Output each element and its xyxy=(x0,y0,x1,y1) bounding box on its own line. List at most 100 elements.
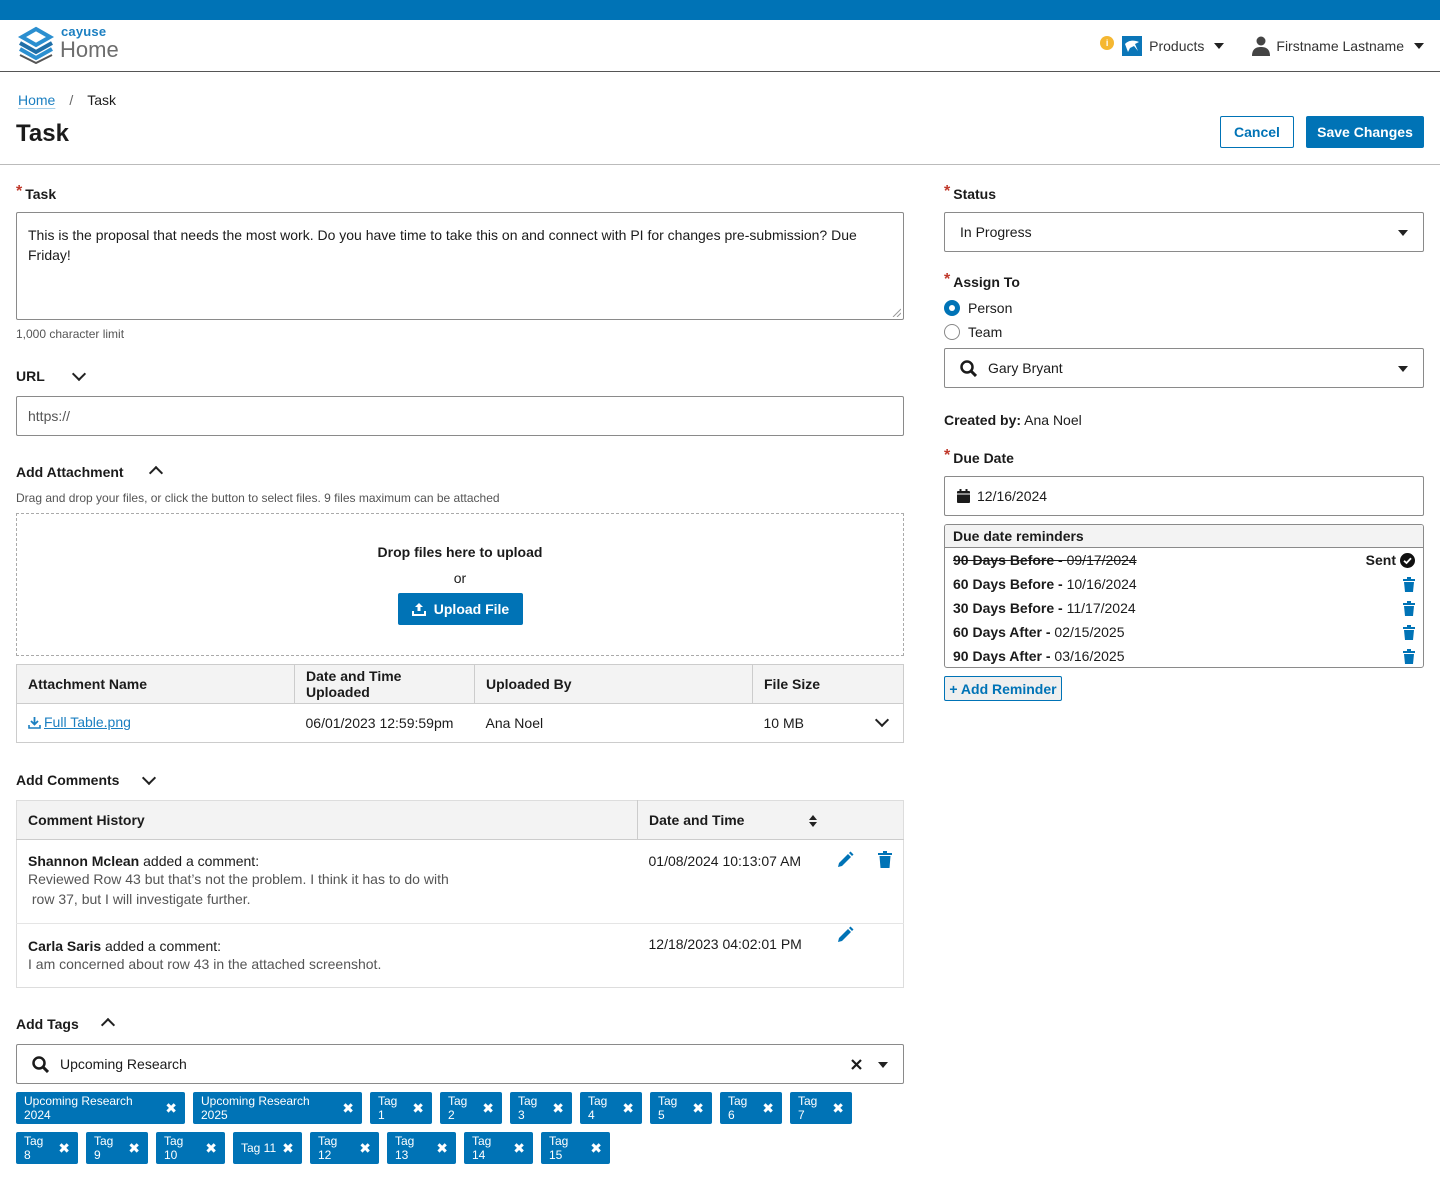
col-attachment-name: Attachment Name xyxy=(16,664,295,704)
remove-tag-icon[interactable]: ✖ xyxy=(552,1100,564,1117)
status-value: In Progress xyxy=(960,224,1032,240)
remove-tag-icon[interactable]: ✖ xyxy=(359,1140,371,1157)
due-date-input[interactable]: 12/16/2024 xyxy=(944,476,1424,516)
col-comment-history: Comment History xyxy=(16,800,638,840)
save-changes-button[interactable]: Save Changes xyxy=(1306,116,1424,148)
remove-tag-icon[interactable]: ✖ xyxy=(513,1140,525,1157)
tag-label: Tag 9 xyxy=(94,1134,114,1162)
due-date-label: * Due Date xyxy=(944,447,1014,466)
comments-table: Comment History Date and Time Shannon Mc… xyxy=(16,800,904,988)
radio-team[interactable] xyxy=(944,324,960,340)
chevron-down-icon[interactable] xyxy=(71,366,87,382)
remove-tag-icon[interactable]: ✖ xyxy=(128,1140,140,1157)
remove-tag-icon[interactable]: ✖ xyxy=(205,1140,217,1157)
tag-label: Tag 13 xyxy=(395,1134,415,1162)
clear-icon[interactable] xyxy=(851,1059,862,1070)
task-label: * Task xyxy=(16,183,57,202)
tag-label: Tag 10 xyxy=(164,1134,184,1162)
remove-tag-icon[interactable]: ✖ xyxy=(832,1100,844,1117)
tag-label: Tag 6 xyxy=(728,1094,748,1122)
download-icon xyxy=(28,716,41,729)
reminders-title: Due date reminders xyxy=(945,525,1423,548)
caret-down-icon xyxy=(1398,366,1408,372)
radio-person[interactable] xyxy=(944,300,960,316)
remove-tag-icon[interactable]: ✖ xyxy=(58,1140,70,1157)
remove-tag-icon[interactable]: ✖ xyxy=(165,1100,177,1117)
due-date-value: 12/16/2024 xyxy=(977,488,1048,504)
tag-label: Tag 15 xyxy=(549,1134,569,1162)
products-menu[interactable]: Products xyxy=(1149,38,1225,54)
remove-tag-icon[interactable]: ✖ xyxy=(622,1100,634,1117)
tag-chip: Upcoming Research 2025 ✖ xyxy=(193,1092,362,1124)
attachment-hint: Drag and drop your files, or click the b… xyxy=(16,491,500,505)
dropzone-or: or xyxy=(453,570,467,586)
reminder-item: 90 Days After - 03/16/2025 xyxy=(945,644,1423,667)
upload-file-label: Upload File xyxy=(433,601,510,617)
remove-tag-icon[interactable]: ✖ xyxy=(692,1100,704,1117)
reminder-item: 90 Days Before - 09/17/2024 Sent xyxy=(945,548,1423,572)
comment-body: Reviewed Row 43 but that’s not the probl… xyxy=(28,871,449,887)
comment-date: 12/18/2023 04:02:01 PM xyxy=(648,936,802,952)
chevron-up-icon[interactable] xyxy=(148,465,164,481)
tag-chip: Tag 6 ✖ xyxy=(720,1092,782,1124)
user-menu[interactable]: Firstname Lastname xyxy=(1276,38,1424,54)
edit-pencil-icon[interactable] xyxy=(836,926,854,944)
trash-icon[interactable] xyxy=(877,851,892,868)
edit-pencil-icon[interactable] xyxy=(836,851,854,869)
assignee-select[interactable]: Gary Bryant xyxy=(944,348,1424,388)
upload-file-button[interactable]: Upload File xyxy=(398,593,523,625)
sort-icon[interactable] xyxy=(808,814,818,828)
remove-tag-icon[interactable]: ✖ xyxy=(282,1140,294,1157)
file-dropzone[interactable]: Drop files here to upload or Upload File xyxy=(16,513,904,656)
app-name: Home xyxy=(60,37,119,62)
remove-tag-icon[interactable]: ✖ xyxy=(342,1100,354,1117)
tags-search-input[interactable]: Upcoming Research xyxy=(16,1044,904,1084)
url-input[interactable]: https:// xyxy=(16,396,904,436)
tag-chip: Tag 15 ✖ xyxy=(541,1132,610,1164)
trash-icon[interactable] xyxy=(1403,572,1415,596)
created-by-value: Ana Noel xyxy=(1021,412,1082,428)
char-limit-hint: 1,000 character limit xyxy=(16,327,125,341)
caret-down-icon[interactable] xyxy=(878,1062,888,1068)
attachment-date: 06/01/2023 12:59:59pm xyxy=(305,715,454,731)
trash-icon[interactable] xyxy=(1403,644,1415,667)
breadcrumb-home-link[interactable]: Home xyxy=(18,92,55,108)
caret-down-icon xyxy=(1214,43,1225,49)
reminder-status: Sent xyxy=(1365,552,1396,568)
remove-tag-icon[interactable]: ✖ xyxy=(412,1100,424,1117)
reminder-item: 60 Days Before - 10/16/2024 xyxy=(945,572,1423,596)
attachments-table: Attachment Name Date and Time Uploaded U… xyxy=(16,664,904,743)
remove-tag-icon[interactable]: ✖ xyxy=(482,1100,494,1117)
col-date-time[interactable]: Date and Time xyxy=(637,800,904,840)
info-icon[interactable]: i xyxy=(1100,36,1115,50)
top-accent-bar xyxy=(0,0,1440,20)
tag-chip: Tag 8 ✖ xyxy=(16,1132,78,1164)
status-label: * Status xyxy=(944,183,997,202)
tags-label: Add Tags xyxy=(16,1016,79,1032)
cayuse-logo-icon[interactable] xyxy=(16,26,56,64)
task-textarea[interactable]: This is the proposal that needs the most… xyxy=(16,212,904,320)
remove-tag-icon[interactable]: ✖ xyxy=(762,1100,774,1117)
chevron-down-icon[interactable] xyxy=(141,770,157,786)
resize-handle-icon[interactable] xyxy=(892,308,901,317)
tag-chip: Tag 10 ✖ xyxy=(156,1132,225,1164)
required-marker: * xyxy=(16,183,23,200)
trash-icon[interactable] xyxy=(1403,596,1415,620)
task-text: This is the proposal that needs the most… xyxy=(28,227,857,263)
tag-chip: Tag 9 ✖ xyxy=(86,1132,148,1164)
tag-chip: Tag 12 ✖ xyxy=(310,1132,379,1164)
attachment-link[interactable]: Full Table.png xyxy=(28,714,131,730)
remove-tag-icon[interactable]: ✖ xyxy=(436,1140,448,1157)
add-reminder-button[interactable]: + Add Reminder xyxy=(944,676,1062,701)
calendar-icon[interactable] xyxy=(957,489,970,503)
chevron-up-icon[interactable] xyxy=(100,1017,116,1033)
trash-icon[interactable] xyxy=(1403,620,1415,644)
radio-team-label: Team xyxy=(968,324,1003,340)
comment-author: Shannon Mclean xyxy=(28,853,140,869)
cancel-button[interactable]: Cancel xyxy=(1220,116,1294,148)
status-select[interactable]: In Progress xyxy=(944,212,1424,252)
tag-label: Tag 3 xyxy=(518,1094,538,1122)
tag-label: Tag 8 xyxy=(24,1134,44,1162)
remove-tag-icon[interactable]: ✖ xyxy=(590,1140,602,1157)
chevron-down-icon[interactable] xyxy=(874,712,890,728)
